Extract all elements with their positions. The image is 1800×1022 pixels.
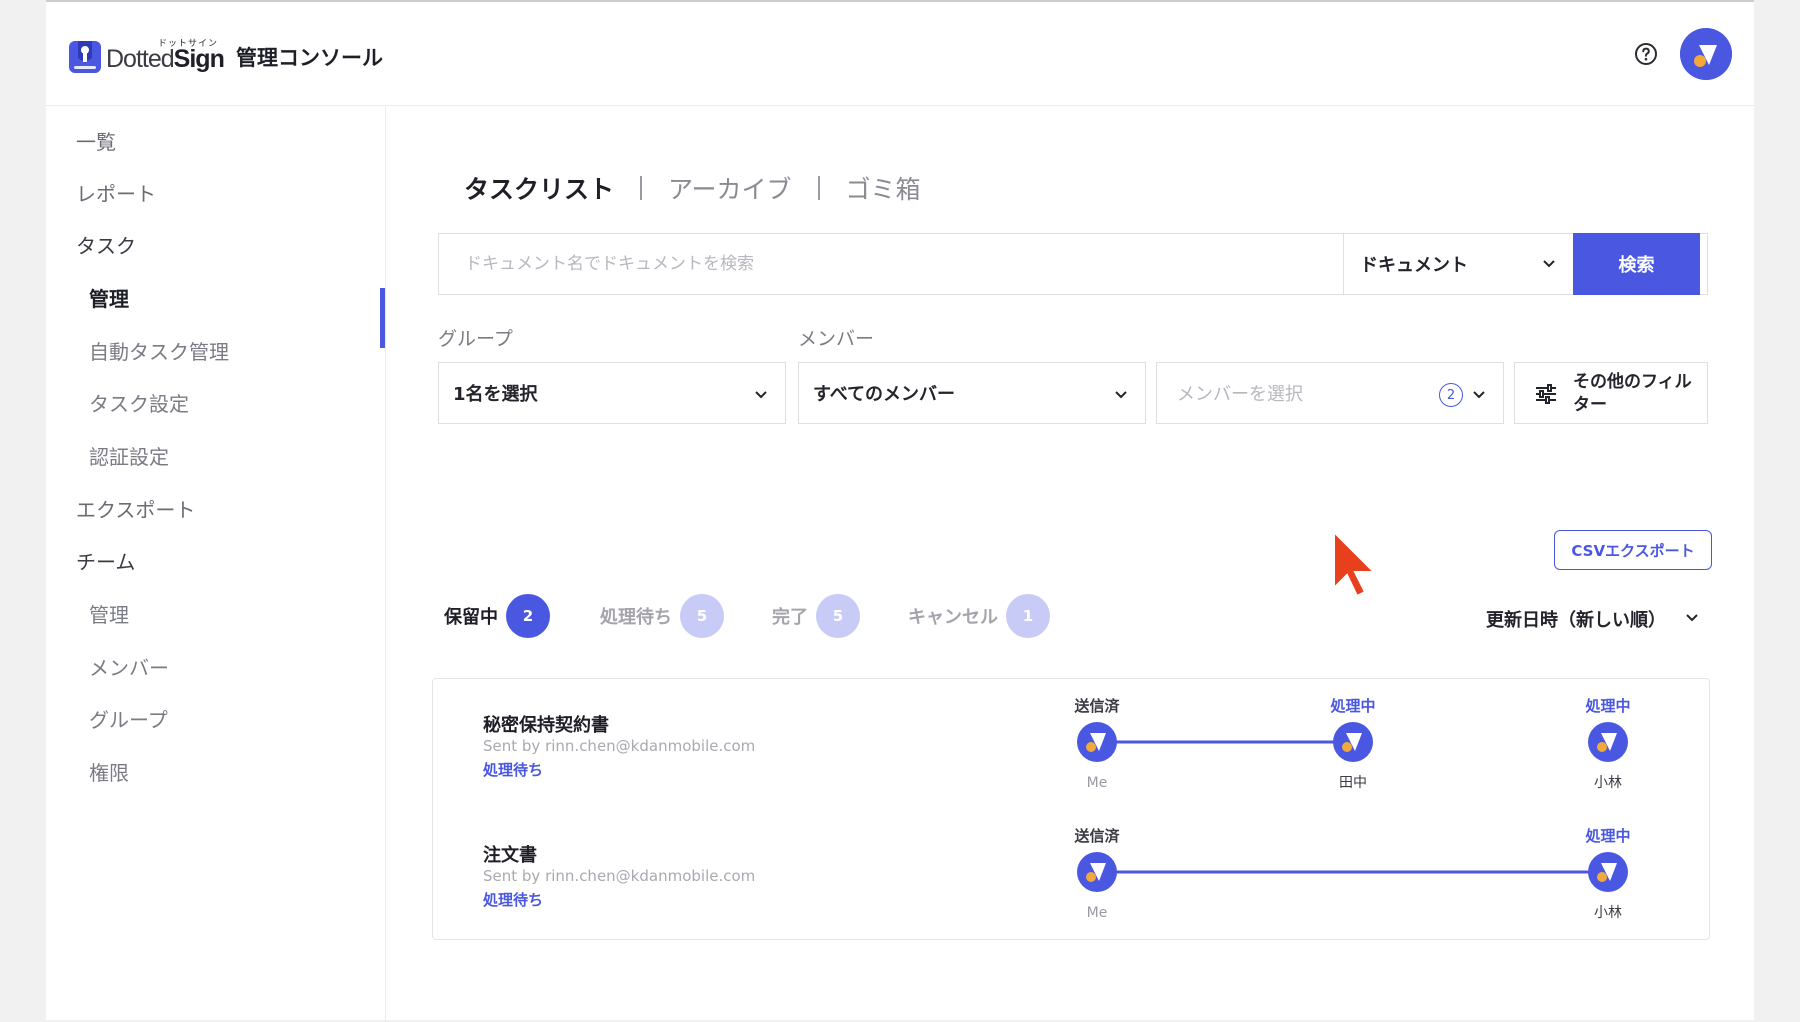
status-tab-label: 完了 [772,607,808,628]
step-state: 処理中 [1584,697,1630,715]
search-input[interactable] [439,234,1343,294]
csv-export-button[interactable]: CSVエクスポート [1554,530,1712,570]
sidebar-item-task-manage[interactable]: 管理 [89,283,129,312]
task-tabs: タスクリスト アーカイブ ゴミ箱 [464,170,921,206]
sidebar-item-overview[interactable]: 一覧 [76,126,116,155]
sidebar-item-task-settings[interactable]: タスク設定 [89,388,189,417]
tab-trash[interactable]: ゴミ箱 [846,170,921,206]
logo-word-dotted: Dotted [106,45,175,73]
search-type-value: ドキュメント [1360,255,1468,276]
step-name: Me [1087,905,1108,921]
sidebar-item-team[interactable]: チーム [76,546,135,575]
step-state: 送信済 [1073,827,1120,845]
sidebar-item-team-manage[interactable]: 管理 [89,599,129,628]
logo-word-sign: Sign [173,45,225,73]
task-row[interactable]: 秘密保持契約書 Sent by rinn.chen@kdanmobile.com… [433,679,1711,799]
more-filters-button[interactable]: その他のフィルター [1514,362,1708,424]
member-scope-value: すべてのメンバー [813,384,956,405]
more-filters-label: その他のフィルター [1573,372,1692,415]
sidebar-item-task[interactable]: タスク [76,230,136,259]
step-name: Me [1087,775,1108,791]
chevron-down-icon [1473,391,1485,399]
status-count-badge: 2 [506,594,550,638]
step-state: 送信済 [1073,697,1120,715]
sidebar-item-permissions[interactable]: 権限 [89,757,129,786]
status-tab-label: キャンセル [908,607,998,628]
dottedsign-logo[interactable]: ドットサイン DottedSign [68,36,225,74]
chevron-down-icon [1543,260,1555,268]
task-row[interactable]: 注文書 Sent by rinn.chen@kdanmobile.com 処理待… [433,809,1711,929]
member-select-placeholder: メンバーを選択 [1177,384,1303,405]
tab-divider [640,176,643,200]
step-name: 田中 [1339,775,1367,791]
sidebar-item-groups[interactable]: グループ [89,704,168,733]
sidebar-item-auto-task[interactable]: 自動タスク管理 [89,336,229,365]
question-circle-icon[interactable] [1634,42,1658,66]
step-state: 処理中 [1329,697,1375,715]
chevron-down-icon [1115,391,1127,399]
dottedsign-logo-icon [69,41,101,73]
mouse-cursor-icon [1333,530,1377,598]
member-count-badge: 2 [1439,383,1463,407]
status-count-badge: 5 [680,594,724,638]
member-filter-label: メンバー [798,328,875,350]
app-window: ドットサイン DottedSign 管理コンソール 一覧 レポート タスク 管理… [46,0,1754,1022]
chevron-down-icon [1686,614,1698,622]
top-header: ドットサイン DottedSign 管理コンソール [46,2,1754,106]
sliders-icon [1536,384,1556,404]
logo-word: DottedSign [106,45,225,74]
signer-avatar-icon[interactable] [1077,722,1117,762]
signer-avatar-icon[interactable] [1077,852,1117,892]
step-name: 小林 [1594,905,1622,921]
group-filter-label: グループ [438,328,513,350]
sidebar-item-report[interactable]: レポート [76,178,156,207]
status-tab-label: 処理待ち [600,607,672,628]
group-select-value: 1名を選択 [453,384,538,405]
search-type-dropdown[interactable]: ドキュメント [1343,234,1573,294]
status-tab-label: 保留中 [444,607,498,628]
avatar-graphic [1680,28,1732,80]
signer-avatar-icon[interactable] [1333,722,1373,762]
member-select[interactable]: メンバーを選択 2 [1156,362,1504,424]
sidebar-item-members[interactable]: メンバー [89,652,169,681]
signer-avatar-icon[interactable] [1588,722,1628,762]
sidebar-nav: 一覧 レポート タスク 管理 自動タスク管理 タスク設定 認証設定 エクスポート… [46,106,386,1022]
step-state: 処理中 [1584,827,1630,845]
signing-flow: 送信済 処理中 Me 小林 [1073,827,1630,921]
signer-avatar-icon[interactable] [1588,852,1628,892]
status-count-badge: 1 [1006,594,1050,638]
status-tab-waiting[interactable]: 処理待ち 5 [600,594,724,638]
signing-flow: 送信済 処理中 処理中 Me 田中 小林 [1073,697,1630,791]
step-name: 小林 [1594,775,1622,791]
chevron-down-icon [755,391,767,399]
sort-value: 更新日時（新しい順） [1486,610,1666,631]
logo-wordmark: ドットサイン DottedSign [106,36,225,74]
tab-archive[interactable]: アーカイブ [668,170,792,206]
search-bar: ドキュメント 検索 [438,233,1708,295]
app-title: 管理コンソール [236,46,383,70]
sidebar-active-indicator [380,288,385,348]
status-tab-pending[interactable]: 保留中 2 [444,594,550,638]
user-avatar-icon[interactable] [1680,28,1732,80]
member-scope-select[interactable]: すべてのメンバー [798,362,1146,424]
tab-task-list[interactable]: タスクリスト [464,170,614,206]
status-tab-cancelled[interactable]: キャンセル 1 [908,594,1050,638]
sidebar-item-export[interactable]: エクスポート [76,494,195,523]
search-button[interactable]: 検索 [1573,233,1700,295]
status-tab-completed[interactable]: 完了 5 [772,594,860,638]
group-select[interactable]: 1名を選択 [438,362,786,424]
sort-dropdown[interactable]: 更新日時（新しい順） [1486,606,1698,632]
status-count-badge: 5 [816,594,860,638]
sidebar-item-auth-settings[interactable]: 認証設定 [89,441,169,470]
task-list: 秘密保持契約書 Sent by rinn.chen@kdanmobile.com… [432,678,1710,940]
tab-divider [817,176,820,200]
